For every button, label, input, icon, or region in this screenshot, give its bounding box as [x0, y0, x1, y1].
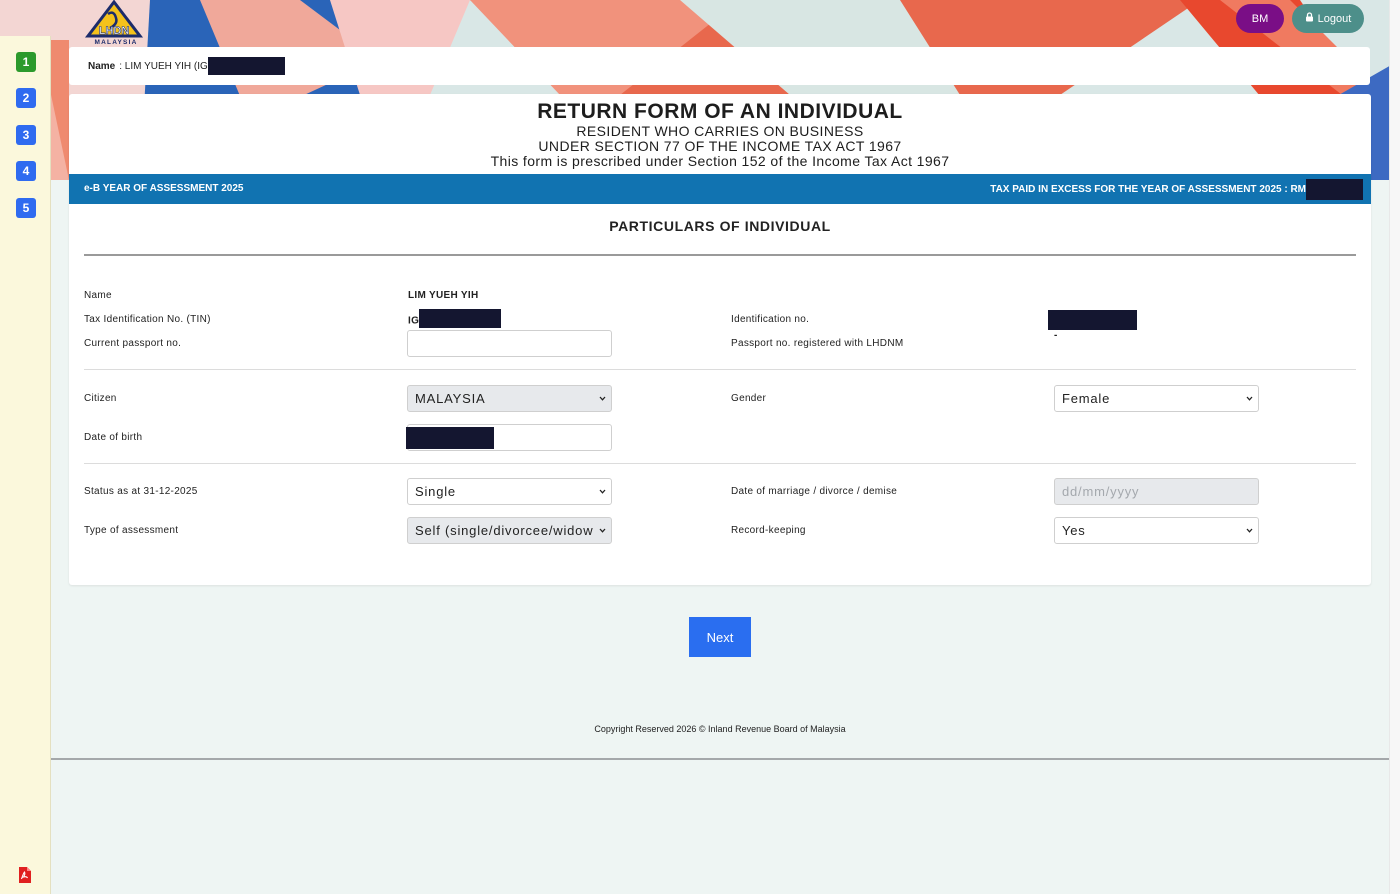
tax-excess-label: TAX PAID IN EXCESS FOR THE YEAR OF ASSES… [990, 184, 1306, 195]
chevron-down-icon [1246, 394, 1253, 401]
logo-subtext: MALAYSIA [95, 39, 138, 46]
step-5-button[interactable]: 5 [16, 198, 36, 218]
form-subtitle-3: This form is prescribed under Section 15… [490, 153, 950, 169]
citizen-label: Citizen [84, 393, 117, 404]
step-1-button[interactable]: 1 [16, 52, 36, 72]
page-scrollbar[interactable] [1389, 0, 1400, 894]
redacted-block [419, 309, 502, 328]
identification-value-redacted [1048, 310, 1137, 330]
form-subtitle-1: RESIDENT WHO CARRIES ON BUSINESS [576, 123, 864, 139]
name-label: Name [84, 290, 112, 301]
next-button[interactable]: Next [689, 617, 751, 657]
assessment-year-bar: e-B YEAR OF ASSESSMENT 2025 TAX PAID IN … [69, 174, 1371, 204]
status-select[interactable]: Single [407, 478, 612, 505]
copyright-text: Copyright Reserved 2026 © Inland Revenue… [594, 724, 846, 734]
passport-registered-label: Passport no. registered with LHDNM [731, 338, 904, 349]
status-label: Status as at 31-12-2025 [84, 486, 198, 497]
marriage-date-label: Date of marriage / divorce / demise [731, 486, 898, 497]
record-keeping-value: Yes [1062, 523, 1086, 538]
assessment-type-select[interactable]: Self (single/divorcee/widow [407, 517, 612, 544]
step-2-button[interactable]: 2 [16, 88, 36, 108]
logout-button[interactable]: Logout [1292, 4, 1364, 33]
tin-label: Tax Identification No. (TIN) [84, 314, 211, 325]
citizen-select[interactable]: MALAYSIA [407, 385, 612, 412]
tin-prefix: IG [408, 315, 420, 327]
gender-select-value: Female [1062, 391, 1111, 406]
name-value: LIM YUEH YIH [408, 290, 479, 301]
redacted-block [406, 426, 494, 449]
logo-text: LHDN [99, 25, 130, 37]
section-title: PARTICULARS OF INDIVIDUAL [609, 218, 831, 234]
identification-label: Identification no. [731, 314, 810, 325]
form-panel: RETURN FORM OF AN INDIVIDUAL RESIDENT WH… [69, 94, 1371, 585]
status-select-value: Single [415, 484, 456, 499]
lock-icon [1305, 12, 1314, 25]
form-title: RETURN FORM OF AN INDIVIDUAL [537, 100, 903, 123]
tax-excess-block: TAX PAID IN EXCESS FOR THE YEAR OF ASSES… [990, 179, 1363, 200]
row-divider [84, 369, 1356, 370]
name-bar-value: : LIM YUEH YIH (IG [119, 60, 208, 72]
taxpayer-name-bar: Name : LIM YUEH YIH (IG [69, 47, 1370, 85]
passport-registered-value: - [1054, 330, 1058, 341]
chevron-down-icon [599, 487, 606, 494]
dob-label: Date of birth [84, 432, 143, 443]
assessment-year-label: e-B YEAR OF ASSESSMENT 2025 [84, 183, 244, 194]
pdf-icon[interactable] [17, 866, 33, 884]
assessment-type-value: Self (single/divorcee/widow [415, 523, 594, 538]
form-subtitle-2: UNDER SECTION 77 OF THE INCOME TAX ACT 1… [538, 138, 902, 154]
form-title-block: RETURN FORM OF AN INDIVIDUAL RESIDENT WH… [69, 100, 1371, 169]
step-3-button[interactable]: 3 [16, 125, 36, 145]
tin-value: IG [408, 309, 502, 328]
chevron-down-icon [599, 394, 606, 401]
chevron-down-icon [1246, 526, 1253, 533]
redacted-block [207, 57, 285, 75]
name-bar-label: Name [88, 60, 116, 72]
gender-select[interactable]: Female [1054, 385, 1259, 412]
logout-label: Logout [1317, 12, 1352, 25]
gender-label: Gender [731, 393, 767, 404]
dob-input[interactable] [406, 424, 612, 451]
record-keeping-select[interactable]: Yes [1054, 517, 1259, 544]
chevron-down-icon [599, 526, 606, 533]
passport-input[interactable] [407, 330, 612, 357]
assessment-type-label: Type of assessment [84, 525, 179, 536]
lhdn-logo: LHDN MALAYSIA [84, 0, 144, 46]
record-keeping-label: Record-keeping [731, 525, 806, 536]
footer-divider [51, 758, 1389, 760]
row-divider [84, 463, 1356, 464]
language-bm-button[interactable]: BM [1236, 4, 1284, 33]
step-sidebar: 1 2 3 4 5 [0, 36, 51, 894]
citizen-select-value: MALAYSIA [415, 391, 486, 406]
passport-label: Current passport no. [84, 338, 182, 349]
section-divider [84, 254, 1356, 256]
marriage-date-input[interactable]: dd/mm/yyyy [1054, 478, 1259, 505]
step-4-button[interactable]: 4 [16, 161, 36, 181]
redacted-block [1306, 179, 1363, 200]
